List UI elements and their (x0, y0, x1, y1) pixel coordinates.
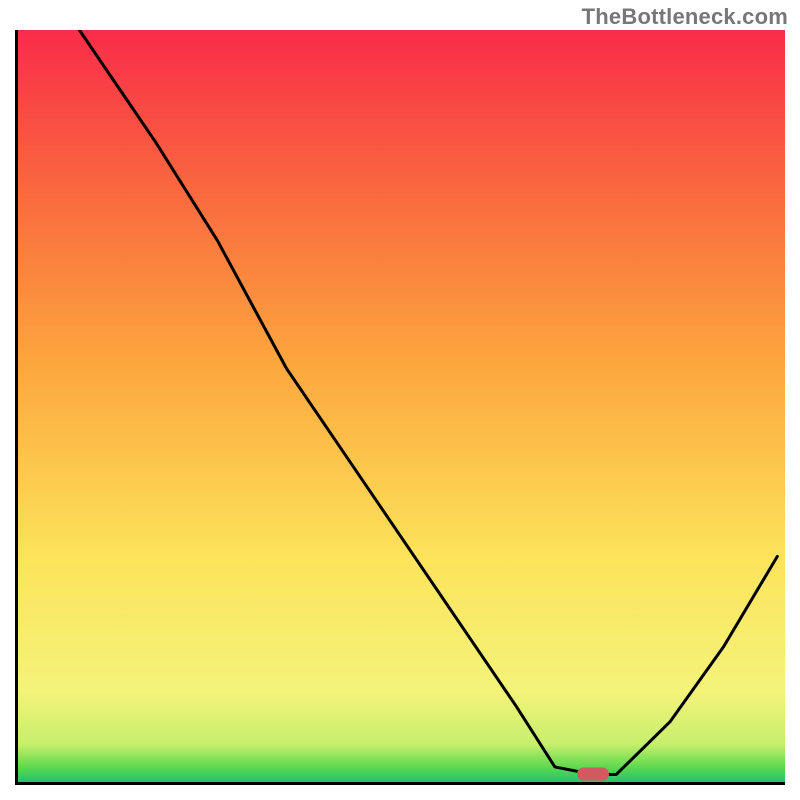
watermark-text: TheBottleneck.com (582, 4, 788, 30)
chart-container: TheBottleneck.com (0, 0, 800, 800)
optimal-marker (577, 768, 609, 781)
curve-chart-svg (18, 30, 785, 782)
plot-area (15, 30, 785, 785)
